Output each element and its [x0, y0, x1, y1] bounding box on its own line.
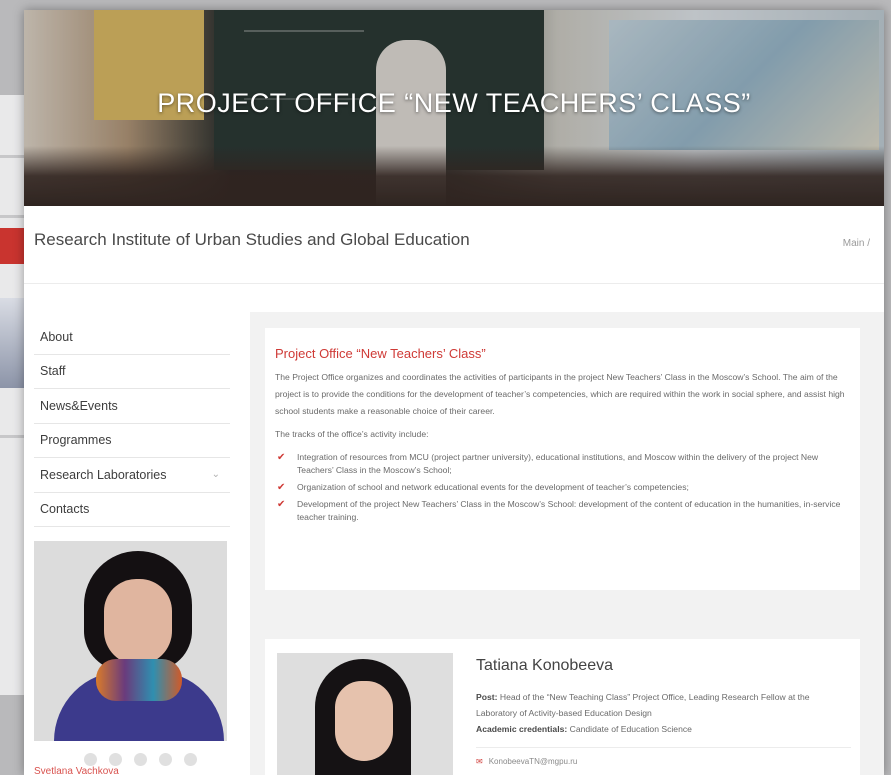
carousel-dot[interactable]	[109, 753, 122, 766]
credentials-label: Academic credentials:	[476, 724, 568, 734]
browser-page: PROJECT OFFICE “NEW TEACHERS’ CLASS” Res…	[24, 10, 884, 775]
featured-person-photo[interactable]	[34, 541, 227, 741]
office-intro: The Project Office organizes and coordin…	[275, 372, 845, 416]
hero-title: PROJECT OFFICE “NEW TEACHERS’ CLASS”	[157, 88, 751, 118]
carousel-dot[interactable]	[84, 753, 97, 766]
hero-banner: PROJECT OFFICE “NEW TEACHERS’ CLASS”	[24, 10, 884, 206]
check-icon: ✔	[277, 499, 286, 510]
carousel-dot[interactable]	[134, 753, 147, 766]
sidebar-item-news-events[interactable]: News&Events	[34, 389, 230, 424]
carousel-dot[interactable]	[184, 753, 197, 766]
person-card: Tatiana Konobeeva Post: Head of the “New…	[265, 639, 860, 775]
sidebar-item-research-laboratories[interactable]: Research Laboratories ⌄	[34, 458, 230, 493]
envelope-icon: ✉	[476, 757, 483, 766]
person-credentials: Candidate of Education Science	[569, 724, 692, 734]
carousel-dots	[84, 753, 197, 766]
chevron-down-icon: ⌄	[211, 469, 220, 481]
divider	[476, 747, 851, 748]
carousel-dot[interactable]	[159, 753, 172, 766]
sidebar-item-staff[interactable]: Staff	[34, 355, 230, 389]
list-item: ✔ Development of the project New Teachers…	[277, 499, 841, 522]
person-info: Post: Head of the “New Teaching Class” P…	[476, 689, 851, 737]
person-email[interactable]: KonobeevaTN@mgpu.ru	[489, 757, 578, 766]
institute-title[interactable]: Research Institute of Urban Studies and …	[34, 230, 470, 250]
check-icon: ✔	[277, 452, 286, 463]
list-item: ✔ Organization of school and network educ…	[277, 482, 689, 493]
background-window-photo	[0, 298, 24, 388]
office-description-card: Project Office “New Teachers’ Class” The…	[265, 328, 860, 590]
list-item: ✔ Integration of resources from MCU (proj…	[277, 452, 819, 475]
person-name: Tatiana Konobeeva	[476, 657, 613, 674]
sidebar-nav: About Staff News&Events Programmes Resea…	[34, 320, 230, 527]
check-icon: ✔	[277, 482, 286, 493]
main-content: About Staff News&Events Programmes Resea…	[24, 284, 884, 775]
person-email-row[interactable]: ✉ KonobeevaTN@mgpu.ru	[476, 757, 577, 766]
sidebar-item-about[interactable]: About	[34, 320, 230, 355]
office-heading: Project Office “New Teachers’ Class”	[275, 346, 486, 361]
sidebar-item-contacts[interactable]: Contacts	[34, 493, 230, 527]
person-post: Head of the “New Teaching Class” Project…	[476, 692, 810, 718]
page-header: Research Institute of Urban Studies and …	[24, 206, 884, 284]
breadcrumb[interactable]: Main /	[843, 238, 870, 249]
tracks-list: ✔ Integration of resources from MCU (proj…	[275, 451, 848, 524]
featured-person-name[interactable]: Svetlana Vachkova	[34, 766, 119, 775]
background-window-accent	[0, 228, 24, 264]
sidebar-item-programmes[interactable]: Programmes	[34, 424, 230, 458]
post-label: Post:	[476, 692, 498, 702]
tracks-intro: The tracks of the office’s activity incl…	[275, 429, 429, 439]
person-photo	[277, 653, 453, 775]
